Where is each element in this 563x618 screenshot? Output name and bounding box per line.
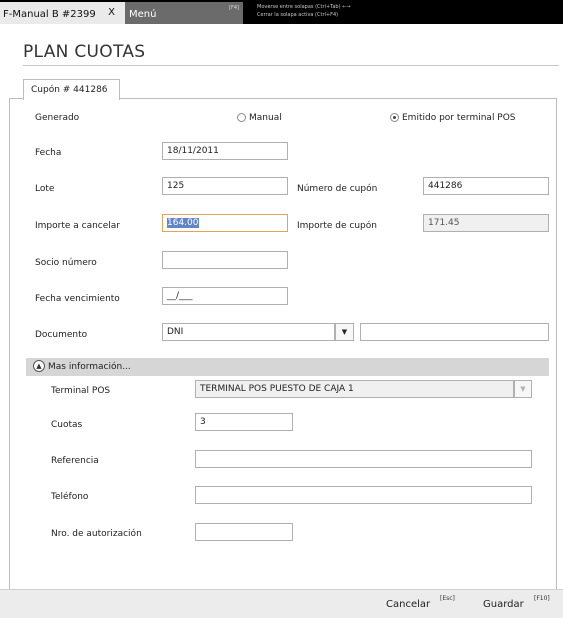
telefono-label: Teléfono: [51, 492, 89, 502]
telefono-field[interactable]: [195, 486, 532, 504]
documento-type-select[interactable]: DNI: [162, 323, 335, 341]
nro-autorizacion-field[interactable]: [195, 523, 293, 541]
socio-numero-field[interactable]: [162, 251, 288, 269]
documento-number-field[interactable]: [360, 323, 549, 341]
radio-emitido-pos[interactable]: [390, 113, 399, 122]
more-info-label[interactable]: Mas información...: [48, 362, 131, 372]
socio-numero-label: Socio número: [35, 258, 97, 268]
cuotas-field[interactable]: 3: [195, 413, 293, 431]
tab-hint-switch: Moverse entre solapas (Ctrl+Tab) ←→: [257, 4, 351, 10]
documento-label: Documento: [35, 330, 88, 340]
tab-coupon[interactable]: Cupón # 441286: [23, 79, 120, 100]
referencia-field[interactable]: [195, 450, 532, 468]
lote-label: Lote: [35, 184, 55, 194]
terminal-pos-label: Terminal POS: [51, 386, 111, 396]
cuotas-label: Cuotas: [51, 420, 83, 430]
numero-cupon-label: Número de cupón: [297, 184, 378, 194]
fecha-field[interactable]: 18/11/2011: [162, 142, 288, 160]
chevron-down-icon: ▼: [341, 328, 348, 336]
importe-cancelar-selected-text: 164.00: [167, 218, 199, 228]
importe-cancelar-field[interactable]: 164.00: [162, 214, 288, 232]
save-shortcut: [F10]: [534, 595, 550, 602]
lote-field[interactable]: 125: [162, 177, 288, 195]
page-title: PLAN CUOTAS: [23, 42, 146, 62]
tab-f-manual-label: F-Manual B #2399: [3, 9, 96, 20]
terminal-pos-dropdown-button: ▼: [514, 380, 532, 398]
documento-dropdown-button[interactable]: ▼: [335, 323, 354, 341]
save-button[interactable]: Guardar: [483, 599, 524, 610]
tab-menu[interactable]: Menú [F4]: [125, 2, 243, 24]
radio-emitido-pos-label[interactable]: Emitido por terminal POS: [402, 113, 516, 123]
footer-bar: Cancelar [Esc] Guardar [F10]: [0, 589, 563, 618]
referencia-label: Referencia: [51, 456, 99, 466]
nro-autorizacion-label: Nro. de autorización: [51, 529, 142, 539]
importe-cancelar-label: Importe a cancelar: [35, 221, 121, 231]
chevron-down-icon: ▼: [520, 385, 526, 393]
coupon-panel: [9, 98, 557, 590]
title-divider: [23, 65, 559, 66]
generado-label: Generado: [35, 113, 80, 123]
fecha-vencimiento-label: Fecha vencimiento: [35, 294, 120, 304]
tab-f-manual[interactable]: F-Manual B #2399 X: [0, 2, 125, 24]
tab-menu-shortcut: [F4]: [229, 5, 239, 11]
importe-cupon-label: Importe de cupón: [297, 221, 377, 231]
window-tab-bar: F-Manual B #2399 X Menú [F4] Moverse ent…: [0, 0, 563, 24]
more-info-header[interactable]: ▲ Mas información...: [26, 358, 549, 376]
tab-menu-label: Menú: [129, 9, 157, 20]
tab-close-button[interactable]: X: [103, 5, 120, 21]
tab-coupon-label: Cupón # 441286: [31, 85, 108, 95]
importe-cupon-field: 171.45: [423, 214, 549, 232]
fecha-label: Fecha: [35, 148, 62, 158]
cancel-shortcut: [Esc]: [440, 595, 455, 602]
terminal-pos-select: TERMINAL POS PUESTO DE CAJA 1: [195, 380, 514, 398]
radio-manual[interactable]: [237, 113, 246, 122]
radio-manual-label[interactable]: Manual: [249, 113, 282, 123]
fecha-vencimiento-field[interactable]: __/___: [162, 287, 288, 305]
tab-hint-close: Cerrar la solapa activa (Ctrl+F4): [257, 12, 339, 18]
numero-cupon-field[interactable]: 441286: [423, 177, 549, 195]
cancel-button[interactable]: Cancelar: [386, 599, 430, 610]
chevron-up-icon[interactable]: ▲: [33, 360, 45, 372]
